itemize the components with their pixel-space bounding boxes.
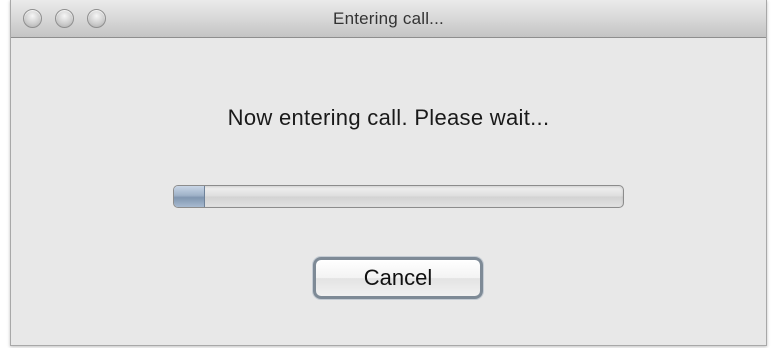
dialog-window: Entering call... Now entering call. Plea…	[10, 0, 767, 346]
title-bar[interactable]: Entering call...	[11, 0, 766, 38]
progress-bar	[173, 185, 624, 208]
window-title: Entering call...	[333, 9, 444, 28]
progress-fill	[174, 186, 206, 207]
status-message: Now entering call. Please wait...	[227, 105, 550, 130]
cancel-button[interactable]: Cancel	[313, 257, 483, 299]
